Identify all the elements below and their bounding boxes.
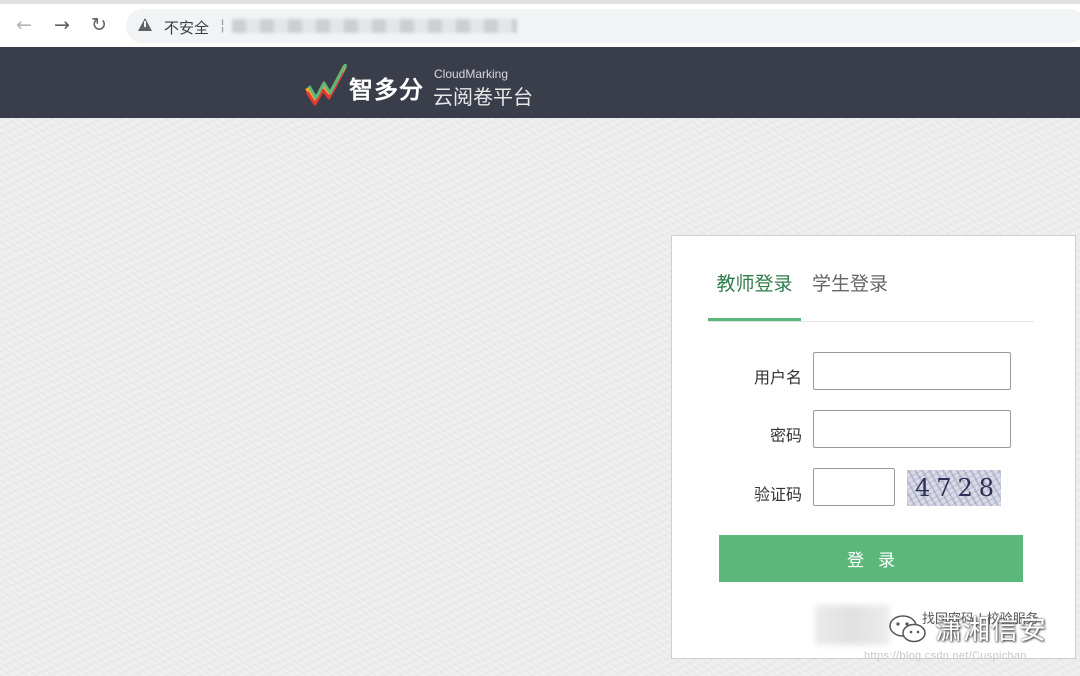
login-tabs: 教师登录 学生登录 — [708, 270, 1034, 322]
captcha-label: 验证码 — [753, 485, 802, 504]
captcha-image[interactable]: 4728 — [907, 470, 1001, 506]
address-bar[interactable]: 不安全 ¦ — [126, 9, 1080, 43]
password-input[interactable] — [813, 410, 1011, 448]
site-logo[interactable]: 智多分 CloudMarking 云阅卷平台 — [305, 64, 545, 109]
browser-toolbar: ← → ↻ 不安全 ¦ — [0, 0, 1080, 47]
watermark-text: 潇湘信安 — [935, 615, 1047, 646]
tab-teacher-login[interactable]: 教师登录 — [708, 270, 801, 321]
security-status-label[interactable]: 不安全 — [164, 17, 209, 38]
password-label: 密码 — [769, 426, 802, 445]
back-arrow-icon[interactable]: ← — [13, 14, 35, 36]
reload-icon[interactable]: ↻ — [88, 14, 110, 36]
watermark-url: https://blog.csdn.net/Cuspichan — [864, 650, 1027, 662]
username-label: 用户名 — [753, 368, 802, 387]
tab-student-login[interactable]: 学生登录 — [812, 270, 888, 320]
warning-icon-mark — [144, 21, 146, 27]
brand-english-name: CloudMarking — [434, 67, 509, 81]
brand-subtitle: 云阅卷平台 — [433, 85, 533, 109]
checkmark-logo-icon — [305, 64, 347, 106]
site-header: 智多分 CloudMarking 云阅卷平台 — [0, 47, 1080, 118]
blurred-url[interactable] — [232, 19, 517, 33]
address-separator: ¦ — [220, 16, 226, 34]
login-panel: 教师登录 学生登录 用户名 密码 验证码 4728 登录 找回密码 | 校验服务 — [671, 235, 1076, 659]
blurred-region — [815, 605, 890, 645]
username-input[interactable] — [813, 352, 1011, 390]
captcha-input[interactable] — [813, 468, 895, 506]
wechat-icon — [889, 615, 926, 643]
brand-name: 智多分 — [349, 76, 424, 104]
login-button[interactable]: 登录 — [719, 535, 1023, 582]
forward-arrow-icon[interactable]: → — [51, 14, 73, 36]
